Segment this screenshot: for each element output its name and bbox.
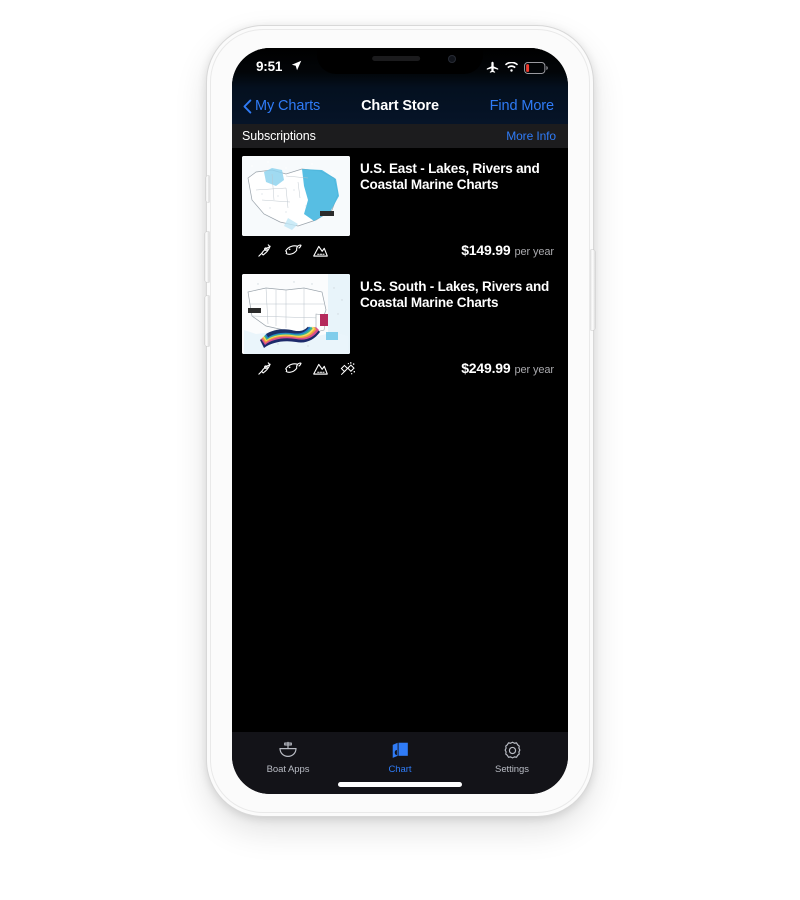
tab-settings[interactable]: Settings — [456, 739, 568, 775]
phone-screen: 9:51 My Charts Chart Store Find More Sub… — [232, 48, 568, 794]
wifi-icon — [504, 62, 519, 72]
power-button[interactable] — [591, 250, 595, 330]
tab-boat-apps[interactable]: Boat Apps — [232, 739, 344, 775]
display-notch — [317, 48, 483, 74]
price-value: $249.99 — [461, 360, 511, 376]
battery-low-icon — [524, 61, 548, 74]
satellite-overlay-icon — [340, 361, 355, 375]
feature-icon-group — [256, 242, 329, 259]
boat-route-icon — [258, 243, 271, 257]
chart-card-us-east[interactable]: U.S. East - Lakes, Rivers and Coastal Ma… — [232, 148, 568, 264]
sonar-chart-icon — [313, 363, 328, 375]
tab-label: Chart — [388, 764, 412, 775]
section-title: Subscriptions — [242, 129, 316, 143]
fish-icon — [285, 243, 302, 255]
volume-down-button[interactable] — [205, 296, 209, 346]
tab-label: Settings — [495, 764, 529, 775]
chevron-left-icon — [243, 99, 252, 113]
fish-icon — [285, 361, 302, 373]
more-info-link[interactable]: More Info — [506, 129, 556, 143]
card-title: U.S. South - Lakes, Rivers and Coastal M… — [360, 279, 550, 310]
sonar-chart-icon — [313, 245, 328, 257]
price-row: $149.99 per year — [461, 242, 554, 258]
status-bar: 9:51 — [232, 48, 568, 88]
back-button-my-charts[interactable]: My Charts — [243, 88, 320, 124]
price-row: $249.99 per year — [461, 360, 554, 376]
silent-switch[interactable] — [206, 176, 209, 202]
gear-icon — [502, 739, 523, 761]
status-time: 9:51 — [256, 59, 283, 74]
airplane-mode-icon — [486, 61, 499, 73]
boat-icon — [277, 739, 299, 761]
price-period: per year — [514, 246, 554, 258]
navigation-bar: My Charts Chart Store Find More — [232, 88, 568, 124]
status-icons — [486, 61, 548, 74]
back-button-label: My Charts — [255, 98, 321, 114]
subscriptions-section-header: Subscriptions More Info — [232, 124, 568, 148]
earpiece-speaker — [372, 56, 421, 61]
chart-map-icon — [390, 739, 410, 761]
map-thumbnail-us-south — [242, 274, 350, 354]
tab-label: Boat Apps — [266, 764, 310, 775]
card-title: U.S. East - Lakes, Rivers and Coastal Ma… — [360, 161, 540, 192]
feature-icon-group — [256, 360, 356, 377]
volume-up-button[interactable] — [205, 232, 209, 282]
chart-product-list: U.S. East - Lakes, Rivers and Coastal Ma… — [232, 148, 568, 384]
boat-route-icon — [258, 361, 271, 375]
map-thumbnail-us-east — [242, 156, 350, 236]
front-camera — [448, 55, 456, 63]
tab-chart[interactable]: Chart — [344, 739, 456, 775]
chart-card-us-south[interactable]: U.S. South - Lakes, Rivers and Coastal M… — [232, 266, 568, 382]
find-more-button[interactable]: Find More — [490, 88, 554, 124]
home-indicator[interactable] — [338, 782, 462, 787]
price-period: per year — [514, 364, 554, 376]
phone-frame: 9:51 My Charts Chart Store Find More Sub… — [205, 26, 595, 816]
location-arrow-icon — [291, 60, 302, 71]
price-value: $149.99 — [461, 242, 511, 258]
